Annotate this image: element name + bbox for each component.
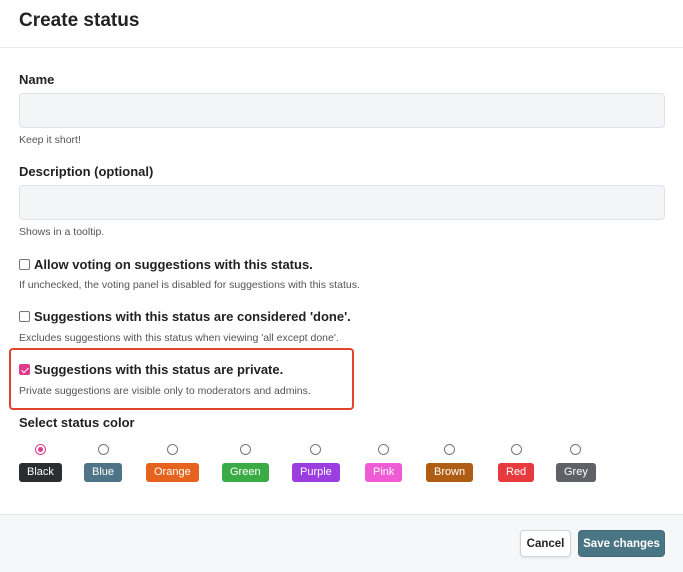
- color-option-green[interactable]: Green: [222, 443, 269, 482]
- dialog-title: Create status: [19, 10, 140, 31]
- color-radio-black[interactable]: [34, 444, 46, 455]
- name-input[interactable]: [19, 93, 665, 128]
- done-label: Suggestions with this status are conside…: [34, 309, 351, 324]
- color-radio-red[interactable]: [510, 444, 522, 455]
- private-option-highlight: [9, 348, 354, 410]
- color-radio-blue[interactable]: [97, 444, 109, 455]
- color-option-grey[interactable]: Grey: [556, 443, 596, 482]
- private-option[interactable]: Suggestions with this status are private…: [19, 362, 283, 377]
- allow-voting-help-text: If unchecked, the voting panel is disabl…: [19, 279, 360, 291]
- color-option-brown[interactable]: Brown: [426, 443, 474, 482]
- dialog-header: Create status: [0, 0, 683, 48]
- color-radio-orange[interactable]: [166, 444, 178, 455]
- color-chip-red[interactable]: Red: [498, 463, 535, 482]
- allow-voting-label: Allow voting on suggestions with this st…: [34, 257, 313, 272]
- color-option-pink[interactable]: Pink: [365, 443, 403, 482]
- color-chip-black[interactable]: Black: [19, 463, 62, 482]
- save-changes-button[interactable]: Save changes: [578, 530, 665, 557]
- color-option-purple[interactable]: Purple: [292, 443, 340, 482]
- color-option-blue[interactable]: Blue: [84, 443, 123, 482]
- color-radio-purple[interactable]: [310, 444, 322, 455]
- private-help-text: Private suggestions are visible only to …: [19, 385, 311, 397]
- description-label: Description (optional): [19, 164, 154, 179]
- color-chip-pink[interactable]: Pink: [365, 463, 403, 482]
- dialog-footer: Cancel Save changes: [0, 514, 683, 572]
- name-help-text: Keep it short!: [19, 134, 81, 146]
- color-chip-grey[interactable]: Grey: [556, 463, 596, 482]
- color-option-orange[interactable]: Orange: [146, 443, 199, 482]
- color-chip-brown[interactable]: Brown: [426, 463, 474, 482]
- description-input[interactable]: [19, 185, 665, 220]
- color-chip-green[interactable]: Green: [222, 463, 269, 482]
- color-radio-brown[interactable]: [444, 444, 456, 455]
- allow-voting-option[interactable]: Allow voting on suggestions with this st…: [19, 257, 313, 272]
- description-help-text: Shows in a tooltip.: [19, 226, 105, 238]
- name-label: Name: [19, 72, 55, 87]
- color-chip-orange[interactable]: Orange: [146, 463, 199, 482]
- color-radio-grey[interactable]: [570, 444, 582, 455]
- cancel-button[interactable]: Cancel: [520, 530, 571, 557]
- status-color-picker: Black Blue Orange Green Purple Pink Brow…: [19, 443, 619, 483]
- color-chip-blue[interactable]: Blue: [84, 463, 123, 482]
- allow-voting-checkbox[interactable]: [19, 259, 30, 270]
- color-radio-green[interactable]: [239, 444, 251, 455]
- status-color-label: Select status color: [19, 415, 135, 430]
- color-radio-pink[interactable]: [378, 444, 390, 455]
- done-option[interactable]: Suggestions with this status are conside…: [19, 309, 351, 324]
- color-option-black[interactable]: Black: [19, 443, 62, 482]
- color-option-red[interactable]: Red: [498, 443, 535, 482]
- done-help-text: Excludes suggestions with this status wh…: [19, 332, 339, 344]
- private-label: Suggestions with this status are private…: [34, 362, 284, 377]
- done-checkbox[interactable]: [19, 311, 30, 322]
- color-chip-purple[interactable]: Purple: [292, 463, 340, 482]
- private-checkbox[interactable]: [19, 364, 30, 375]
